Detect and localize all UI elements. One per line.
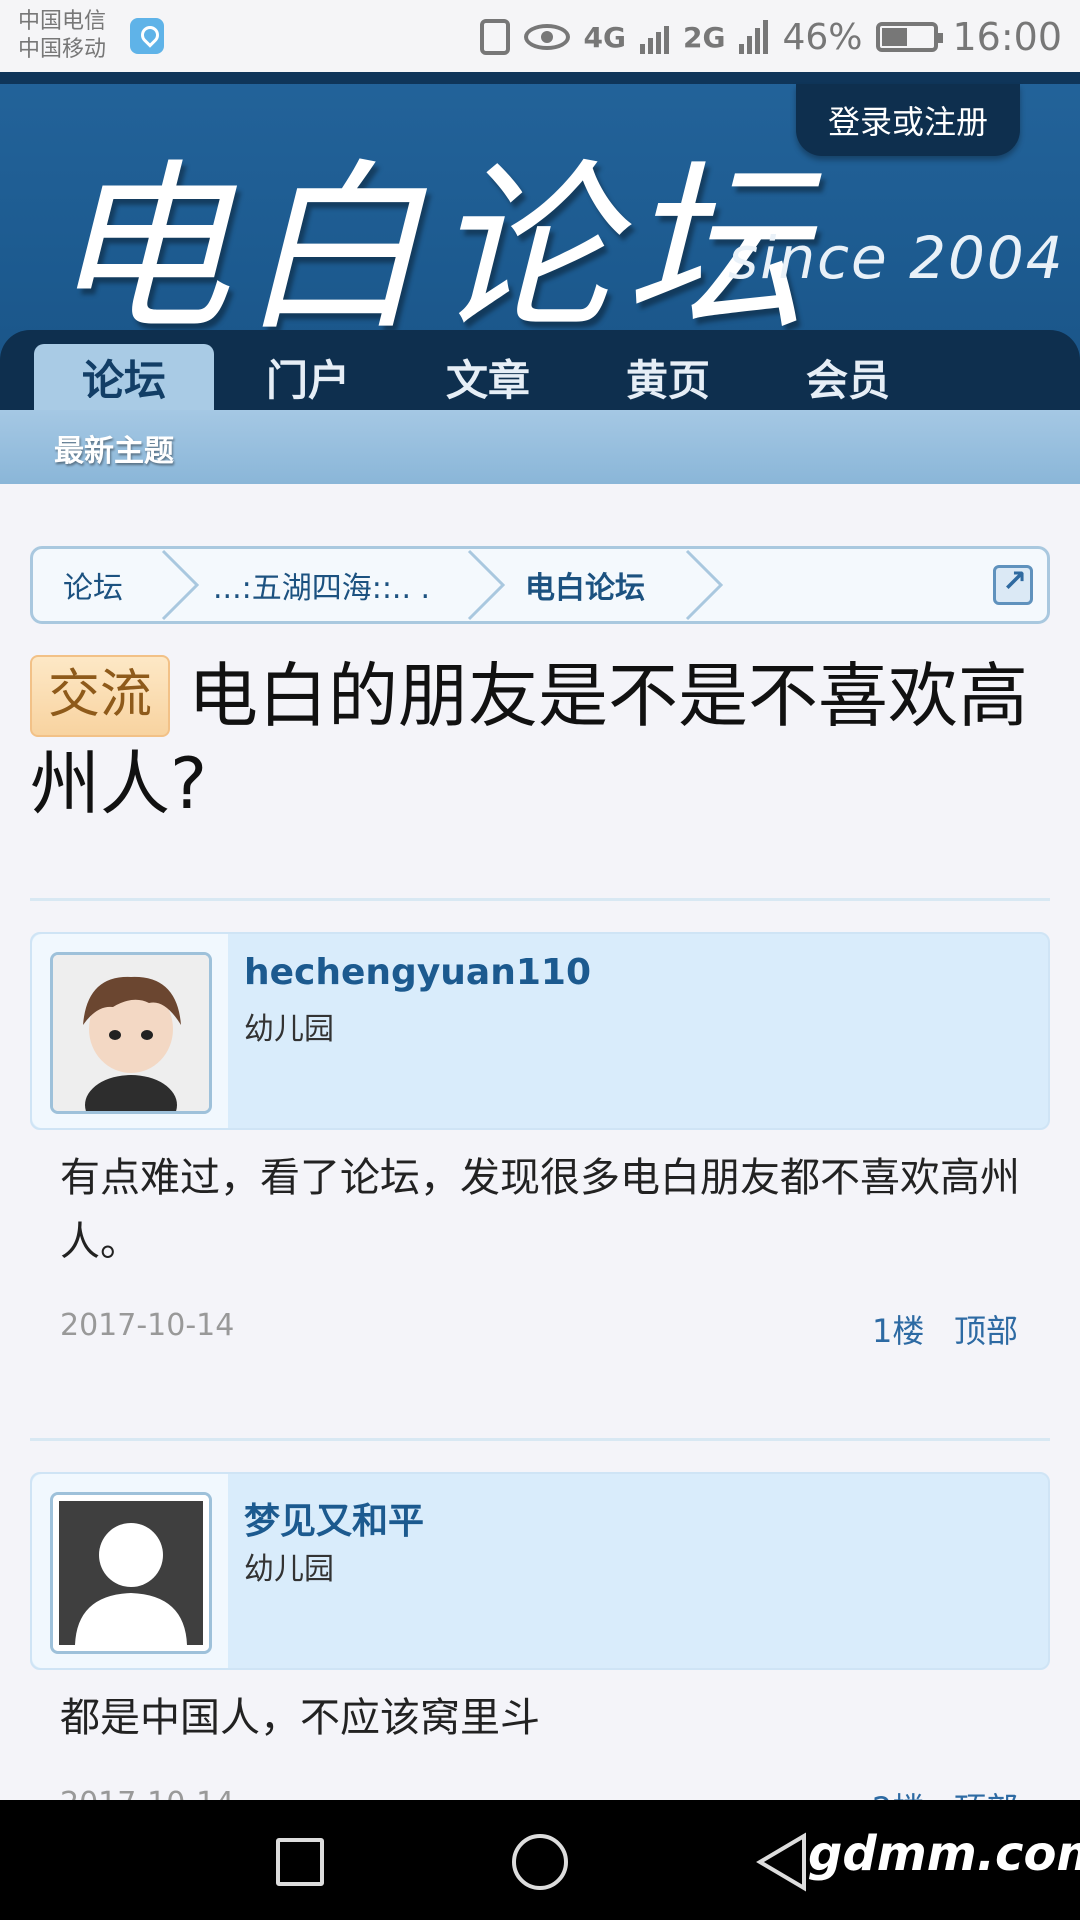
user-rank: 幼儿园 — [244, 1552, 334, 1587]
nav-tab-yellow-pages[interactable]: 黄页 — [578, 344, 758, 410]
location-icon — [130, 18, 164, 54]
signal-icon-2 — [739, 20, 769, 54]
home-button[interactable] — [512, 1834, 568, 1890]
vibrate-icon — [479, 19, 510, 55]
back-to-top-link[interactable]: 顶部 — [954, 1306, 1018, 1352]
site-logo[interactable]: 电白论坛 — [48, 102, 816, 365]
system-nav-bar: gdmm.com — [0, 1800, 1080, 1920]
clock: 16:00 — [952, 15, 1062, 59]
recents-button[interactable] — [276, 1838, 324, 1886]
latest-topics-link[interactable]: 最新主题 — [54, 426, 174, 470]
breadcrumb-separator — [467, 549, 507, 621]
breadcrumb-separator — [685, 549, 725, 621]
login-register-button[interactable]: 登录或注册 — [796, 84, 1020, 156]
breadcrumb: 论坛 ...:五湖四海::.. . 电白论坛 — [30, 546, 1050, 624]
status-bar: 中国电信 中国移动 4G 2G 46% 16:00 — [0, 0, 1080, 72]
user-rank: 幼儿园 — [244, 1012, 334, 1047]
watermark: gdmm.com — [808, 1826, 1080, 1882]
post-body: 有点难过，看了论坛，发现很多电白朋友都不喜欢高州人。 — [60, 1155, 1020, 1265]
eye-icon — [523, 24, 570, 50]
nav-tab-articles[interactable]: 文章 — [398, 344, 578, 410]
battery-icon — [876, 22, 944, 52]
avatar[interactable] — [50, 952, 212, 1114]
main-nav: 论坛 门户 文章 黄页 会员 — [0, 330, 1080, 410]
post-username[interactable]: 梦见又和平 — [244, 1492, 424, 1544]
post-floor-link[interactable]: 1楼 — [872, 1306, 924, 1352]
breadcrumb-item-forum[interactable]: 论坛 — [63, 549, 123, 621]
post-date: 2017-10-14 — [60, 1308, 235, 1343]
carrier-names: 中国电信 中国移动 — [18, 8, 106, 64]
status-indicators: 4G 2G 46% 16:00 — [479, 12, 1062, 62]
network-type-2: 2G — [683, 20, 726, 54]
battery-percent: 46% — [782, 16, 863, 58]
signal-icon — [640, 20, 669, 54]
back-button[interactable] — [756, 1832, 808, 1892]
nav-tab-forum[interactable]: 论坛 — [34, 344, 214, 410]
thread-title: 交流 电白的朋友是不是不喜欢高州人? — [30, 652, 1040, 828]
carrier-2: 中国移动 — [18, 37, 107, 62]
post-author-card: hechengyuan110 幼儿园 — [30, 932, 1050, 1130]
avatar-frame — [32, 934, 228, 1128]
avatar-frame — [32, 1474, 228, 1668]
breadcrumb-separator — [161, 549, 201, 621]
divider — [30, 1438, 1050, 1441]
thread-title-text: 电白的朋友是不是不喜欢高州人? — [30, 655, 1029, 825]
sub-nav: 最新主题 — [0, 410, 1080, 484]
thread-tag-badge[interactable]: 交流 — [30, 655, 171, 737]
post-username[interactable]: hechengyuan110 — [244, 952, 591, 993]
breadcrumb-item-category[interactable]: ...:五湖四海::.. . — [213, 549, 430, 621]
nav-tab-members[interactable]: 会员 — [758, 344, 938, 410]
nav-tab-portal[interactable]: 门户 — [218, 344, 398, 410]
header-top-band — [0, 72, 1080, 84]
breadcrumb-item-board[interactable]: 电白论坛 — [525, 549, 645, 621]
network-type-1: 4G — [583, 20, 626, 54]
carrier-1: 中国电信 — [18, 9, 107, 34]
site-header: 电白论坛 since 2004 登录或注册 论坛 门户 文章 黄页 会员 最新主… — [0, 72, 1080, 484]
logo-tagline: since 2004 — [728, 224, 1065, 292]
expand-icon[interactable] — [993, 564, 1033, 605]
avatar[interactable] — [50, 1492, 212, 1654]
post-body: 都是中国人，不应该窝里斗 — [60, 1695, 540, 1741]
post-author-card: 梦见又和平 幼儿园 — [30, 1472, 1050, 1670]
divider — [30, 898, 1050, 901]
